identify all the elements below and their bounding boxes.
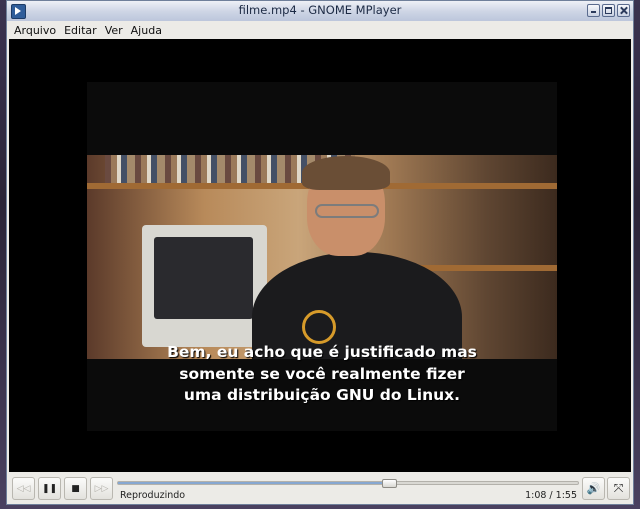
pause-button[interactable]: ❚❚ <box>38 477 61 500</box>
menu-arquivo[interactable]: Arquivo <box>7 24 60 37</box>
volume-button[interactable]: 🔊 <box>582 477 605 500</box>
forward-button[interactable]: ▷▷ <box>90 477 113 500</box>
speaker-icon: 🔊 <box>586 482 601 495</box>
subtitle-block: Bem, eu acho que é justificado mas somen… <box>87 342 557 407</box>
video-area[interactable]: Bem, eu acho que é justificado mas somen… <box>9 39 631 472</box>
fullscreen-button[interactable]: ⤧ <box>607 477 630 500</box>
time-display: 1:08 / 1:55 <box>525 490 577 501</box>
stop-icon: ■ <box>71 483 80 494</box>
menu-ajuda[interactable]: Ajuda <box>127 24 166 37</box>
seek-progress <box>118 482 390 484</box>
status-text: Reproduzindo <box>120 490 186 501</box>
shirt-logo <box>302 310 336 344</box>
seek-handle[interactable] <box>382 479 398 488</box>
subtitle-line: somente se você realmente fizer <box>179 364 465 383</box>
window-title: filme.mp4 - GNOME MPlayer <box>238 3 402 17</box>
menu-ver[interactable]: Ver <box>101 24 127 37</box>
glasses <box>315 204 379 218</box>
pause-icon: ❚❚ <box>41 483 58 494</box>
monitor-screen <box>154 237 253 319</box>
video-scene <box>87 155 557 359</box>
maximize-button[interactable] <box>602 4 615 17</box>
person <box>252 156 462 359</box>
close-button[interactable] <box>617 4 630 17</box>
control-bar: ◁◁ ❚❚ ■ ▷▷ Reproduzindo 1:08 / 1:55 🔊 ⤧ <box>7 472 633 504</box>
window-buttons <box>587 4 630 17</box>
stop-button[interactable]: ■ <box>64 477 87 500</box>
crt-monitor <box>142 225 267 347</box>
title-bar[interactable]: filme.mp4 - GNOME MPlayer <box>7 1 633 22</box>
menu-editar[interactable]: Editar <box>60 24 101 37</box>
rewind-icon: ◁◁ <box>16 483 31 494</box>
video-frame: Bem, eu acho que é justificado mas somen… <box>87 82 557 431</box>
rewind-button[interactable]: ◁◁ <box>12 477 35 500</box>
fullscreen-icon: ⤧ <box>613 481 624 495</box>
seek-bar[interactable] <box>117 479 579 488</box>
mplayer-window: filme.mp4 - GNOME MPlayer Arquivo Editar… <box>6 0 634 505</box>
forward-icon: ▷▷ <box>94 483 109 494</box>
menu-bar: Arquivo Editar Ver Ajuda <box>7 21 633 39</box>
subtitle-line: uma distribuição GNU do Linux. <box>183 386 461 404</box>
hair <box>302 156 390 190</box>
subtitle-line: Bem, eu acho que é justificado mas <box>167 343 477 361</box>
minimize-button[interactable] <box>587 4 600 17</box>
